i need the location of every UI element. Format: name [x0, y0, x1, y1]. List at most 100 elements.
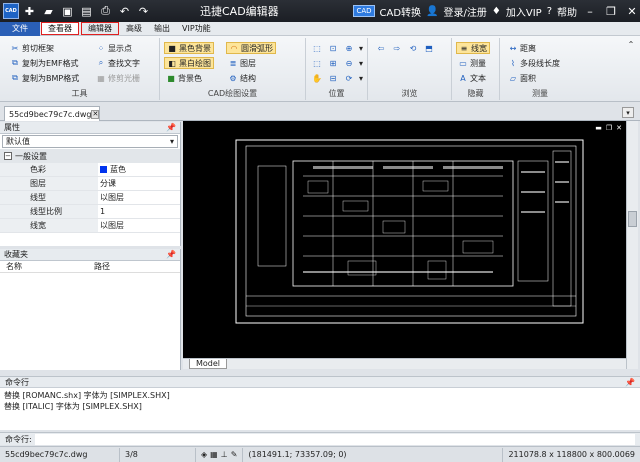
zoom-window-button[interactable]: ⬚: [312, 42, 322, 54]
color-swatch-icon: [100, 166, 107, 173]
favorites-columns: 名称 路径: [0, 261, 180, 273]
undo-icon[interactable]: ↶: [117, 4, 132, 19]
zoom-all-button[interactable]: ⊡: [328, 42, 338, 54]
tab-output[interactable]: 输出: [148, 22, 176, 36]
vip-button[interactable]: 加入VIP: [506, 4, 542, 19]
black-background-toggle[interactable]: ■ 黑色背景: [164, 42, 214, 54]
properties-panel: 属性 📌 默认值 ▾ − 一般设置 色彩 蓝色 图层 分课 线型 以图层 线型比…: [0, 122, 181, 246]
cut-frame-button[interactable]: ✂ 剪切框架: [10, 42, 54, 54]
close-icon[interactable]: ✕: [624, 5, 640, 18]
tab-file[interactable]: 文件: [0, 21, 40, 36]
pin-icon[interactable]: 📌: [166, 250, 176, 259]
ribbon-group-tools: ✂ 剪切框架 ⧉ 复制为EMF格式 ⧉ 复制为BMP格式 ⁘ 显示点 ⌕ 查找文字 ▦ 修剪…: [0, 38, 160, 100]
user-icon: 👤: [426, 5, 439, 17]
browse-back-button[interactable]: ⇦: [376, 42, 386, 54]
find-text-button[interactable]: ⌕ 查找文字: [96, 57, 140, 69]
ribbon-collapse-button[interactable]: ⌃: [626, 38, 636, 50]
save-icon[interactable]: ▣: [60, 4, 75, 19]
open-folder-icon[interactable]: ▰: [41, 4, 56, 19]
group-label-tools: 工具: [71, 89, 88, 98]
minimize-icon[interactable]: ▬: [595, 124, 602, 132]
rotate-view-button[interactable]: ⟳ ▾: [344, 72, 366, 84]
text-toggle[interactable]: A 文本: [458, 72, 486, 84]
document-tab[interactable]: 55cd9bec79c7c.dwg ✕: [4, 106, 100, 121]
zoom-in-button[interactable]: ⊕ ▾: [344, 42, 366, 54]
drawing-viewport[interactable]: ▬ ❐ ✕: [183, 121, 626, 358]
section-general-settings[interactable]: − 一般设置: [0, 149, 180, 163]
new-file-icon[interactable]: ✚: [22, 4, 37, 19]
area-button[interactable]: ▱ 面积: [508, 72, 536, 84]
cad-convert-button[interactable]: CAD转换: [380, 4, 422, 19]
print-icon[interactable]: ⎙: [98, 4, 113, 19]
pan-button[interactable]: ✋: [312, 72, 322, 84]
zoom-in-icon: ⊕: [345, 43, 353, 53]
chevron-down-icon[interactable]: ▾: [622, 107, 634, 118]
model-tab[interactable]: Model: [189, 359, 228, 369]
ortho-icon[interactable]: ⊥: [221, 450, 228, 459]
restore-icon[interactable]: ❐: [606, 124, 612, 132]
redo-icon[interactable]: ↷: [136, 4, 151, 19]
save-as-icon[interactable]: ▤: [79, 4, 94, 19]
status-toggles: ◈ ▦ ⊥ ✎: [196, 447, 244, 462]
distance-button[interactable]: ↔ 距离: [508, 42, 536, 54]
command-input[interactable]: [34, 433, 635, 445]
pin-icon[interactable]: 📌: [625, 378, 635, 387]
minimize-icon[interactable]: –: [582, 5, 598, 18]
close-icon[interactable]: ✕: [91, 109, 100, 119]
trim-raster-button[interactable]: ▦ 修剪光栅: [96, 72, 140, 84]
column-path[interactable]: 路径: [88, 261, 110, 272]
pin-icon[interactable]: 📌: [166, 123, 176, 132]
snap-icon[interactable]: ◈: [201, 450, 207, 459]
properties-selector[interactable]: 默认值 ▾: [2, 135, 178, 148]
status-size: 211078.8 x 118800 x 800.0069: [508, 450, 635, 459]
tab-viewer[interactable]: 查看器: [41, 22, 79, 35]
help-button[interactable]: 帮助: [557, 4, 577, 19]
scissors-icon: ✂: [11, 43, 19, 53]
property-row[interactable]: 图层 分课: [0, 177, 180, 191]
layers-button[interactable]: ≣ 图层: [228, 57, 256, 69]
zoom-out-button[interactable]: ⊖ ▾: [344, 57, 366, 69]
property-row[interactable]: 线型 以图层: [0, 191, 180, 205]
measure-toggle[interactable]: ▭ 测量: [458, 57, 486, 69]
zoom-extents-button[interactable]: ⬚: [312, 57, 322, 69]
quick-access-toolbar: ✚ ▰ ▣ ▤ ⎙ ↶ ↷: [22, 4, 151, 19]
browse-forward-button[interactable]: ⇨: [392, 42, 402, 54]
tab-editor[interactable]: 编辑器: [81, 22, 119, 35]
tab-vip[interactable]: VIP功能: [176, 22, 217, 36]
property-row[interactable]: 线型比例 1: [0, 205, 180, 219]
polyline-length-button[interactable]: ⌇ 多段线长度: [508, 57, 560, 69]
black-white-toggle[interactable]: ◧ 黑白绘图: [164, 57, 214, 69]
column-name[interactable]: 名称: [0, 261, 88, 272]
smooth-arc-toggle[interactable]: ◠ 圆滑弧形: [226, 42, 276, 54]
polar-icon[interactable]: ✎: [231, 450, 238, 459]
status-file: 55cd9bec79c7c.dwg: [0, 447, 120, 462]
zoom-center-button[interactable]: ⊞: [328, 57, 338, 69]
copy-bmp-button[interactable]: ⧉ 复制为BMP格式: [10, 72, 79, 84]
chevron-up-icon: ⌃: [627, 39, 635, 49]
lineweight-toggle[interactable]: ≡ 线宽: [456, 42, 490, 54]
restore-icon[interactable]: ❐: [603, 5, 619, 18]
command-output: 替换 [ROMANC.shx] 字体为 [SIMPLEX.SHX] 替换 [IT…: [0, 388, 640, 430]
zoom-prev-button[interactable]: ⊟: [328, 72, 338, 84]
chevron-down-icon: ▾: [358, 43, 363, 53]
property-row[interactable]: 线宽 以图层: [0, 219, 180, 233]
group-label-draw-settings: CAD绘图设置: [207, 89, 258, 98]
background-color-button[interactable]: ■ 背景色: [166, 72, 202, 84]
area-icon: ▱: [509, 73, 517, 83]
structure-button[interactable]: ⚙ 结构: [228, 72, 256, 84]
show-points-button[interactable]: ⁘ 显示点: [96, 42, 132, 54]
background-icon: ■: [168, 43, 176, 53]
group-label-position: 位置: [328, 89, 345, 98]
login-button[interactable]: 登录/注册: [444, 4, 487, 19]
scrollbar-thumb[interactable]: [628, 211, 637, 227]
grid-icon[interactable]: ▦: [210, 450, 218, 459]
property-row[interactable]: 色彩 蓝色: [0, 163, 180, 177]
close-icon[interactable]: ✕: [616, 124, 622, 132]
browse-refresh-button[interactable]: ⟲: [408, 42, 418, 54]
collapse-icon[interactable]: −: [4, 152, 12, 160]
browse-fullscreen-button[interactable]: ⬒: [424, 42, 434, 54]
viewport-vertical-scrollbar[interactable]: [626, 121, 638, 369]
copy-emf-button[interactable]: ⧉ 复制为EMF格式: [10, 57, 78, 69]
tab-advanced[interactable]: 高级: [120, 22, 148, 36]
viewport-controls: ▬ ❐ ✕: [595, 124, 622, 132]
